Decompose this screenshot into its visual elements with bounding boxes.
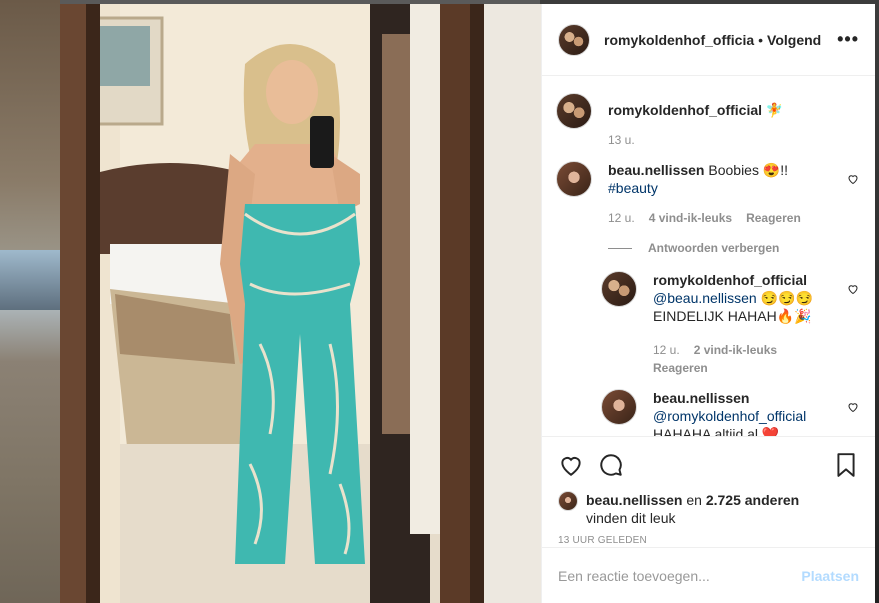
liker-avatar[interactable] [558, 491, 578, 511]
post-comment-button[interactable]: Plaatsen [801, 568, 859, 584]
reply-meta: 12 u. 2 vind-ik-leuks [653, 341, 859, 359]
caption-emoji: 🧚 [765, 102, 784, 118]
post-timestamp[interactable]: 13 UUR GELEDEN [558, 535, 859, 546]
comment-time[interactable]: 12 u. [608, 209, 635, 227]
comment: beau.nellissen Boobies 😍!! #beauty 12 u.… [556, 161, 859, 257]
reply-text-1: 😏😏😏 [760, 290, 813, 306]
action-icons [558, 447, 859, 483]
reply-likes[interactable]: 2 vind-ik-leuks [694, 341, 777, 359]
post-photo[interactable] [60, 4, 541, 603]
hide-replies-button[interactable]: Antwoorden verbergen [608, 239, 859, 257]
separator-dot: • [758, 31, 764, 48]
reply-time[interactable]: 12 u. [653, 341, 680, 359]
reply: beau.nellissen @romykoldenhof_official H… [601, 389, 859, 437]
bookmark-icon[interactable] [833, 452, 859, 478]
comment-meta: 12 u. 4 vind-ik-leuks Reageren [608, 209, 859, 227]
caption-username[interactable]: romykoldenhof_official [608, 102, 762, 118]
author-username[interactable]: romykoldenhof_officia [604, 32, 754, 48]
caption-avatar[interactable] [556, 93, 592, 129]
reply-reply-button[interactable]: Reageren [653, 359, 708, 377]
reply-text-2: EINDELIJK HAHAH🔥🎉 [653, 308, 812, 324]
comment-avatar[interactable] [556, 161, 592, 197]
reply-meta-2: Reageren [653, 359, 859, 377]
comment-like-heart-icon[interactable] [847, 173, 859, 185]
post-panel: romykoldenhof_officia • Volgend ••• romy… [541, 4, 875, 603]
comment-hashtag[interactable]: #beauty [608, 180, 658, 196]
reply-avatar[interactable] [601, 389, 637, 425]
like-heart-icon[interactable] [558, 452, 584, 478]
comment-input[interactable] [558, 567, 802, 584]
comment-reply-button[interactable]: Reageren [746, 209, 801, 227]
comment-username[interactable]: beau.nellissen [608, 162, 704, 178]
caption: romykoldenhof_official 🧚 13 u. [556, 93, 859, 149]
backdrop-left [0, 0, 60, 603]
comments-list[interactable]: romykoldenhof_official 🧚 13 u. beau.nell… [542, 77, 875, 437]
comment-bubble-icon[interactable] [598, 452, 624, 478]
mirror-selfie-image [60, 4, 541, 603]
likes-connector: en [686, 492, 702, 508]
reply-username[interactable]: beau.nellissen [653, 390, 749, 406]
reply-mention[interactable]: @beau.nellissen [653, 290, 757, 306]
post-header: romykoldenhof_officia • Volgend ••• [542, 4, 875, 76]
comment-likes[interactable]: 4 vind-ik-leuks [649, 209, 732, 227]
reply-avatar[interactable] [601, 271, 637, 307]
following-button[interactable]: Volgend [767, 32, 821, 48]
reply-like-heart-icon[interactable] [847, 401, 859, 413]
caption-time[interactable]: 13 u. [608, 131, 635, 149]
hide-replies-label: Antwoorden verbergen [648, 241, 780, 255]
post-actions: beau.nellissen en 2.725 anderen vinden d… [542, 436, 875, 546]
author-avatar[interactable] [558, 23, 590, 56]
likes-suffix: vinden dit leuk [586, 510, 676, 526]
likes-summary: beau.nellissen en 2.725 anderen vinden d… [558, 491, 859, 527]
reply-mention[interactable]: @romykoldenhof_official [653, 408, 806, 424]
caption-meta: 13 u. [608, 131, 859, 149]
more-options-icon[interactable]: ••• [837, 29, 859, 50]
liker-username[interactable]: beau.nellissen [586, 492, 682, 508]
reply-username[interactable]: romykoldenhof_official [653, 272, 807, 288]
likes-count[interactable]: 2.725 anderen [706, 492, 799, 508]
reply-like-heart-icon[interactable] [847, 283, 859, 295]
replies-line [608, 247, 632, 249]
reply: romykoldenhof_official @beau.nellissen 😏… [601, 271, 859, 377]
comment-text: Boobies 😍!! [708, 162, 789, 178]
add-comment-bar: Plaatsen [542, 547, 875, 603]
